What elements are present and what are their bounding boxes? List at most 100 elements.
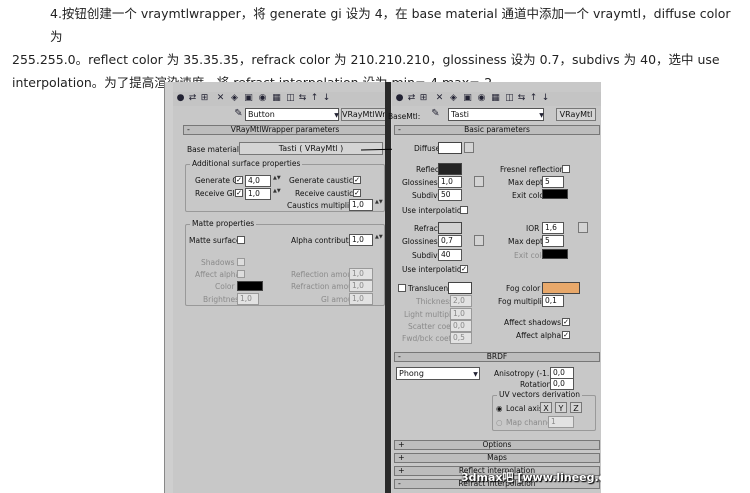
diffuse-color-swatch[interactable]: [438, 142, 462, 154]
delete-icon[interactable]: ✕: [215, 93, 226, 104]
ior-map-button[interactable]: [578, 222, 588, 233]
fog-color-swatch[interactable]: [542, 282, 580, 294]
sphere-icon[interactable]: ●: [394, 93, 405, 104]
basic-parameters-header[interactable]: - Basic parameters: [394, 125, 600, 135]
affect-alpha-checkbox[interactable]: [237, 270, 245, 278]
shadows-checkbox[interactable]: [237, 258, 245, 266]
axis-x-button[interactable]: X: [540, 402, 552, 413]
gi-amount-spinner[interactable]: 1,0: [349, 293, 373, 305]
rotation-spinner[interactable]: 0,0: [550, 378, 574, 390]
affect-alpha-checkbox-right[interactable]: ✓: [562, 331, 570, 339]
effects-icon[interactable]: ◉: [476, 93, 487, 104]
diffuse-map-button[interactable]: [464, 142, 474, 153]
refract-subdivs-spinner[interactable]: 40: [438, 249, 462, 261]
refract-glossiness-map-button[interactable]: [474, 235, 484, 246]
spinner-arrows-icon[interactable]: ▲▼: [375, 234, 383, 246]
spinner-arrows-icon[interactable]: ▲▼: [375, 199, 383, 211]
flip-icon[interactable]: ⇆: [297, 93, 308, 104]
alpha-contribution-spinner[interactable]: 1,0: [349, 234, 373, 246]
refraction-amount-spinner[interactable]: 1,0: [349, 280, 373, 292]
put-material-icon[interactable]: ⇄: [406, 93, 417, 104]
parent-icon[interactable]: ↑: [309, 93, 320, 104]
glossiness-map-button[interactable]: [474, 176, 484, 187]
sphere-icon[interactable]: ●: [175, 93, 186, 104]
picker-icon[interactable]: ✎: [430, 108, 441, 119]
fwd-bck-coeff-label: Fwd/bck coeff: [402, 334, 454, 343]
brdf-type-dropdown[interactable]: Phong: [396, 367, 480, 380]
local-axis-radio[interactable]: ◉: [496, 404, 503, 413]
scatter-coeff-spinner[interactable]: 0,0: [450, 320, 472, 332]
receive-gi-checkbox[interactable]: ✓: [235, 189, 243, 197]
unique-icon[interactable]: ◈: [448, 93, 459, 104]
material-name-field[interactable]: Button: [245, 108, 339, 121]
assign-icon[interactable]: ⊞: [199, 93, 210, 104]
spinner-arrows-icon[interactable]: ▲▼: [273, 175, 281, 187]
translucent-color-swatch[interactable]: [448, 282, 472, 294]
show-map-icon[interactable]: ◫: [285, 93, 296, 104]
ior-spinner[interactable]: 1,6: [542, 222, 564, 234]
chevron-down-icon[interactable]: ▼: [470, 369, 481, 380]
refract-color-swatch[interactable]: [438, 222, 462, 234]
max-depth-spinner[interactable]: 5: [542, 176, 564, 188]
axis-z-button[interactable]: Z: [570, 402, 582, 413]
wrapper-rollout-header[interactable]: - VRayMtlWrapper parameters: [183, 125, 387, 135]
show-map-icon[interactable]: ◫: [504, 93, 515, 104]
brdf-header[interactable]: - BRDF: [394, 352, 600, 362]
material-type-button[interactable]: VRayMtlWrap: [341, 108, 389, 121]
assign-icon[interactable]: ⊞: [418, 93, 429, 104]
receive-gi-spinner[interactable]: 1,0: [245, 188, 271, 200]
copy-icon[interactable]: ▣: [243, 93, 254, 104]
map-icon[interactable]: ▦: [271, 93, 282, 104]
reflection-amount-spinner[interactable]: 1,0: [349, 268, 373, 280]
reflect-color-swatch[interactable]: [438, 163, 462, 175]
maps-header[interactable]: + Maps: [394, 453, 600, 463]
axis-y-button[interactable]: Y: [555, 402, 567, 413]
light-multiplier-spinner[interactable]: 1,0: [450, 308, 472, 320]
matte-surface-checkbox[interactable]: [237, 236, 245, 244]
exit-color-swatch[interactable]: [542, 189, 568, 199]
parent-icon[interactable]: ↑: [528, 93, 539, 104]
flip-icon[interactable]: ⇆: [516, 93, 527, 104]
brightness-spinner[interactable]: 1,0: [237, 293, 259, 305]
glossiness-spinner[interactable]: 1,0: [438, 176, 462, 188]
refract-max-depth-spinner[interactable]: 5: [542, 235, 564, 247]
refract-use-interpolation-checkbox[interactable]: ✓: [460, 265, 468, 273]
fog-color-label: Fog color: [506, 284, 541, 293]
receive-caustics-checkbox[interactable]: ✓: [353, 189, 361, 197]
refract-glossiness-spinner[interactable]: 0,7: [438, 235, 462, 247]
effects-icon[interactable]: ◉: [257, 93, 268, 104]
picker-icon[interactable]: ✎: [233, 108, 244, 119]
unique-icon[interactable]: ◈: [229, 93, 240, 104]
watermark: 3dmax吧 [www.lineeg.com/tieba/1771]: [461, 471, 601, 484]
fog-multiplier-spinner[interactable]: 0,1: [542, 295, 564, 307]
copy-icon[interactable]: ▣: [462, 93, 473, 104]
vraymtl-type-button[interactable]: VRayMtl: [556, 108, 596, 121]
map-icon[interactable]: ▦: [490, 93, 501, 104]
chevron-down-icon[interactable]: ▼: [536, 110, 547, 121]
refract-exit-color-swatch[interactable]: [542, 249, 568, 259]
subdivs-spinner[interactable]: 50: [438, 189, 462, 201]
spinner-arrows-icon[interactable]: ▲▼: [273, 188, 281, 200]
sibling-icon[interactable]: ↓: [540, 93, 551, 104]
fwd-bck-coeff-spinner[interactable]: 0,5: [450, 332, 472, 344]
generate-gi-checkbox[interactable]: ✓: [235, 176, 243, 184]
generate-gi-spinner[interactable]: 4,0: [245, 175, 271, 187]
fresnel-checkbox[interactable]: [562, 165, 570, 173]
sibling-icon[interactable]: ↓: [321, 93, 332, 104]
material-editor-screenshot: ● ⇄ ⊞ ✕ ◈ ▣ ◉ ▦ ◫ ⇆ ↑ ↓ ✎ Button ▼ VRayM…: [164, 82, 601, 493]
matte-surface-label: Matte surface: [189, 236, 241, 245]
map-channel-spinner[interactable]: 1: [548, 416, 574, 428]
basemtl-name-field[interactable]: Tasti: [448, 108, 544, 121]
map-channel-radio[interactable]: ○: [496, 418, 503, 427]
affect-shadows-checkbox[interactable]: ✓: [562, 318, 570, 326]
use-interpolation-checkbox[interactable]: [460, 206, 468, 214]
thickness-spinner[interactable]: 2,0: [450, 295, 472, 307]
generate-caustics-checkbox[interactable]: ✓: [353, 176, 361, 184]
caustics-multiplier-spinner[interactable]: 1,0: [349, 199, 373, 211]
matte-color-swatch[interactable]: [237, 281, 263, 291]
put-material-icon[interactable]: ⇄: [187, 93, 198, 104]
delete-icon[interactable]: ✕: [434, 93, 445, 104]
translucent-checkbox[interactable]: [398, 284, 406, 292]
options-header[interactable]: + Options: [394, 440, 600, 450]
receive-gi-label: Receive GI: [195, 189, 235, 198]
